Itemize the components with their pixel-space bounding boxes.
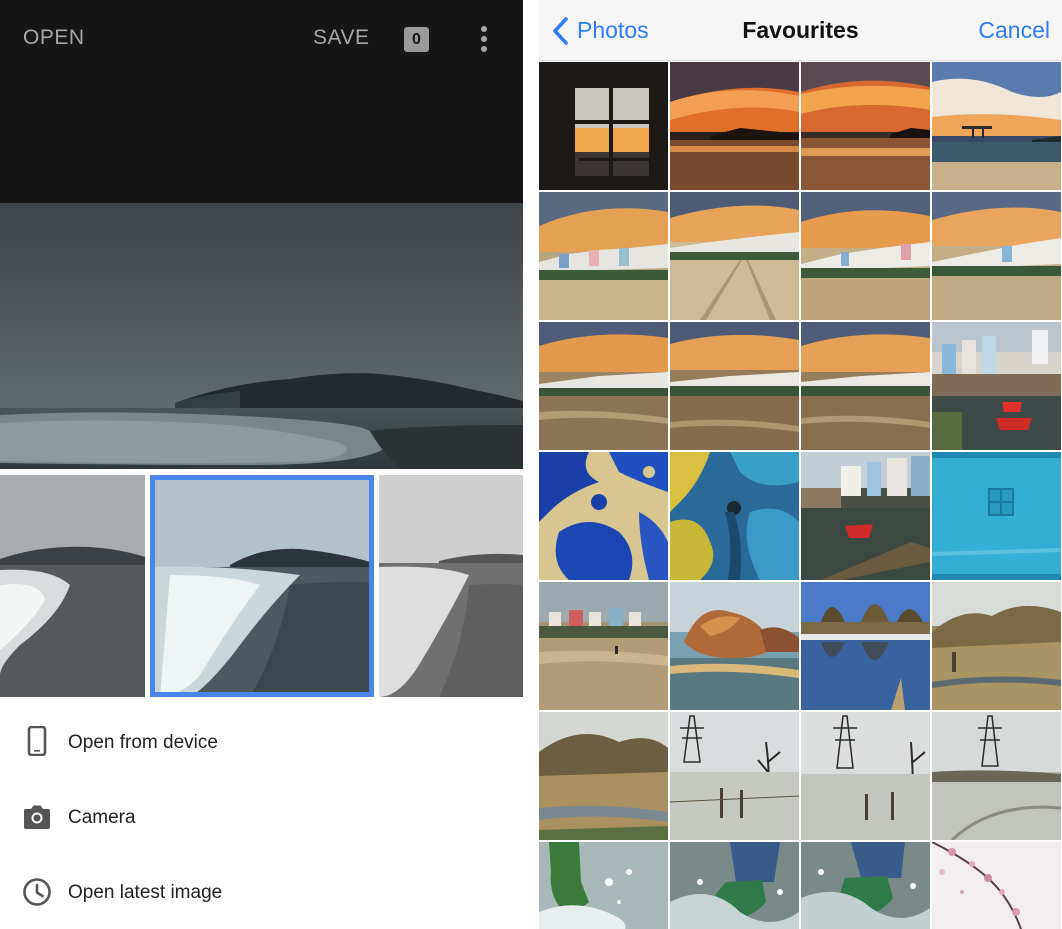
photo-boot-splash-jeans[interactable] (670, 842, 799, 929)
count-badge[interactable]: 0 (404, 27, 429, 52)
chevron-left-icon[interactable] (551, 16, 569, 46)
photo-harbour-red-boats[interactable] (932, 322, 1061, 450)
photo-pylon-snowy-track[interactable] (932, 712, 1061, 840)
photo-harbour-wet-sand-2[interactable] (670, 322, 799, 450)
open-from-device-item[interactable]: Open from device (0, 706, 523, 776)
photo-blue-yellow-paint[interactable] (670, 452, 799, 580)
main-photo-preview (0, 203, 523, 469)
photo-harbour-wet-sand-1[interactable] (539, 322, 668, 450)
open-latest-image-item[interactable]: Open latest image (0, 856, 523, 926)
filter-thumbnail-1[interactable] (0, 475, 145, 697)
photo-sea-rock[interactable] (670, 582, 799, 710)
photo-window-sunset[interactable] (539, 62, 668, 190)
photo-picker-panel: Photos Favourites Cancel (539, 0, 1062, 929)
photo-mountain-valley[interactable] (932, 582, 1061, 710)
clock-icon (23, 878, 51, 906)
picker-navbar: Photos Favourites Cancel (539, 0, 1062, 61)
photo-cloudy-sunset-pier[interactable] (932, 62, 1061, 190)
photo-harbour-boats[interactable] (801, 452, 930, 580)
cancel-button[interactable]: Cancel (978, 17, 1050, 44)
editor-toolbar: OPEN SAVE 0 (0, 0, 523, 203)
photo-blue-peeling-paint[interactable] (539, 452, 668, 580)
photo-beach-houses[interactable] (539, 582, 668, 710)
photo-harbour-sunset-1[interactable] (539, 192, 668, 320)
photo-harbour-sunset-2[interactable] (801, 192, 930, 320)
photo-harbour-sunset-3[interactable] (932, 192, 1061, 320)
photo-river-reflection[interactable] (801, 582, 930, 710)
photo-orange-sunset-sea[interactable] (670, 62, 799, 190)
phone-icon (27, 726, 47, 756)
open-button[interactable]: OPEN (23, 26, 85, 50)
filter-thumbnail-2[interactable] (150, 475, 374, 697)
camera-label: Camera (68, 807, 136, 828)
photo-pylon-snowy-field[interactable] (801, 712, 930, 840)
panel-divider (523, 0, 539, 929)
camera-icon (24, 805, 50, 829)
photo-harbour-wet-sand-3[interactable] (801, 322, 930, 450)
camera-item[interactable]: Camera (0, 781, 523, 851)
photo-green-boots-splash[interactable] (539, 842, 668, 929)
photo-mountain-stream[interactable] (539, 712, 668, 840)
photo-pink-blossom[interactable] (932, 842, 1061, 929)
open-from-device-label: Open from device (68, 732, 218, 753)
photo-beach-tracks[interactable] (670, 192, 799, 320)
photo-boot-splash-jeans-2[interactable] (801, 842, 930, 929)
filter-thumbnail-3[interactable] (379, 475, 523, 697)
more-vert-icon[interactable] (473, 24, 495, 54)
photo-grid (539, 62, 1062, 929)
back-to-photos-button[interactable]: Photos (577, 17, 649, 44)
photo-pylon-fence-tree[interactable] (670, 712, 799, 840)
photo-editor-panel: OPEN SAVE 0 Open from device Camera Open… (0, 0, 523, 929)
photo-sunset-island[interactable] (801, 62, 930, 190)
open-latest-image-label: Open latest image (68, 882, 223, 903)
save-button[interactable]: SAVE (313, 26, 369, 50)
photo-turquoise-door[interactable] (932, 452, 1061, 580)
